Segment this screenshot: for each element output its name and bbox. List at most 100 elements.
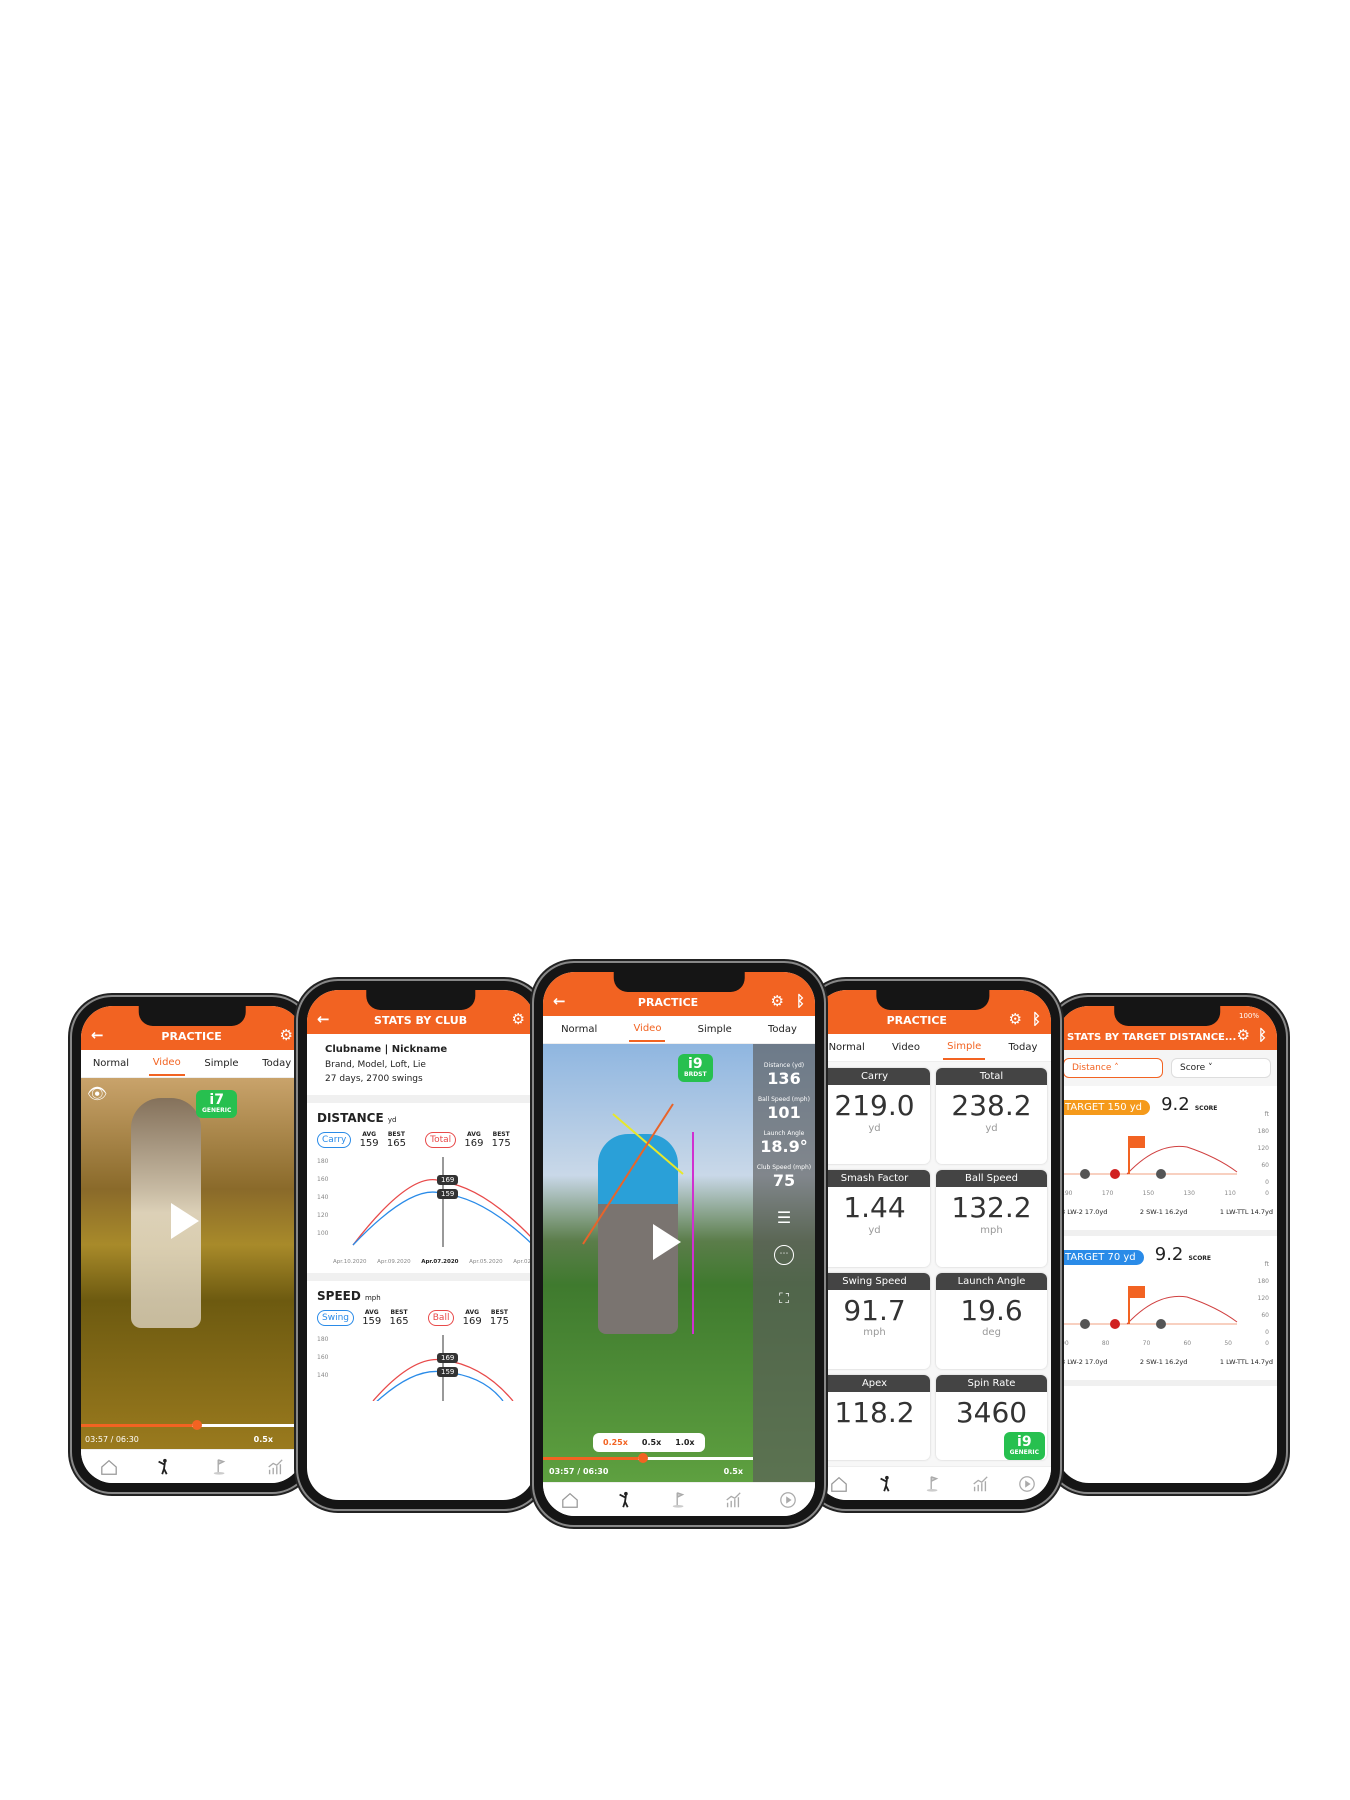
score-dropdown[interactable]: Score ˅	[1171, 1058, 1271, 1078]
metric-card[interactable]: Carry 219.0 yd	[819, 1068, 930, 1165]
tab-today[interactable]: Today	[258, 1052, 295, 1075]
bottom-nav	[815, 1466, 1051, 1500]
ball-toggle[interactable]: Ball	[427, 1309, 455, 1326]
badge-club: i7	[209, 1092, 224, 1108]
tab-video[interactable]: Video	[148, 1051, 185, 1076]
golfer-icon[interactable]	[877, 1475, 895, 1493]
metric-card[interactable]: Launch Angle 19.6 deg	[936, 1272, 1047, 1369]
x-tick: 60	[1183, 1340, 1192, 1347]
header-title: STATS BY TARGET DISTANCE...	[1067, 1032, 1237, 1043]
back-arrow-icon[interactable]: ←	[317, 1012, 330, 1027]
tab-today[interactable]: Today	[1004, 1036, 1041, 1059]
golfer-icon[interactable]	[616, 1491, 634, 1509]
play-circle-icon[interactable]	[779, 1491, 797, 1509]
metric-value: 136	[767, 1069, 801, 1088]
bluetooth-icon[interactable]: ᛒ	[1258, 1028, 1267, 1043]
metric-card-label: Total	[936, 1068, 1047, 1085]
score-dropdown-label: Score	[1180, 1063, 1206, 1073]
header-title: PRACTICE	[637, 996, 699, 1009]
swing-toggle[interactable]: Swing	[317, 1309, 354, 1326]
flag-marker	[1129, 1136, 1145, 1148]
eye-icon[interactable]: 👁	[87, 1084, 107, 1103]
golfer-icon[interactable]	[155, 1458, 173, 1476]
stats-icon[interactable]	[724, 1491, 742, 1509]
metric-card[interactable]: Ball Speed 132.2 mph	[936, 1170, 1047, 1267]
metric-label: Club Speed (mph)	[756, 1164, 812, 1171]
carry-toggle[interactable]: Carry	[317, 1131, 352, 1148]
tab-normal[interactable]: Normal	[557, 1018, 601, 1041]
home-icon[interactable]	[830, 1475, 848, 1493]
gear-icon[interactable]: ⚙	[771, 994, 784, 1009]
flag-icon[interactable]	[211, 1458, 229, 1476]
metric-card-value: 219.0	[834, 1089, 915, 1122]
tab-normal[interactable]: Normal	[89, 1052, 133, 1075]
swing-best: 165	[389, 1315, 409, 1327]
metric-card[interactable]: Smash Factor 1.44 yd	[819, 1170, 930, 1267]
tab-simple[interactable]: Simple	[694, 1018, 736, 1041]
swing-video[interactable]: i9 BRDST Distance (yd) 136 Ball Speed (mph…	[543, 1044, 815, 1482]
x-tick: 80	[1101, 1340, 1110, 1347]
bluetooth-icon[interactable]: ᛒ	[1032, 1012, 1041, 1027]
target-label: TARGET 150 yd	[1057, 1100, 1151, 1115]
x-tick: 50	[1224, 1340, 1232, 1347]
total-toggle[interactable]: Total	[425, 1131, 457, 1148]
home-icon[interactable]	[100, 1458, 118, 1476]
back-arrow-icon[interactable]: ←	[553, 994, 566, 1009]
tab-normal[interactable]: Normal	[825, 1036, 869, 1059]
metric-card-unit: yd	[985, 1122, 998, 1134]
best-label: BEST	[390, 1308, 408, 1316]
shot-marker	[1080, 1169, 1090, 1179]
speed-readout[interactable]: 0.5x	[254, 1435, 273, 1444]
x-tick: 110	[1224, 1190, 1236, 1197]
swing-video[interactable]: 👁 i7 GENERIC 03:57 / 06:30 0.5x	[81, 1078, 303, 1449]
list-icon[interactable]: ☰	[753, 1208, 815, 1227]
play-icon[interactable]	[171, 1203, 199, 1239]
progress-bar[interactable]	[81, 1420, 303, 1430]
club-specs: Brand, Model, Loft, Lie	[325, 1060, 426, 1070]
speed-chart[interactable]: 180 160 140 169 159	[317, 1331, 525, 1401]
best-label: BEST	[387, 1130, 405, 1138]
target-card[interactable]: TARGET 70 yd 9.2 SCORE ft 180 120 60 0 90 80 7…	[1057, 1236, 1277, 1386]
phone-stats-by-club: ← STATS BY CLUB ⚙ Clubname | Nickname Br…	[298, 981, 544, 1509]
distance-dropdown[interactable]: Distance ˄	[1063, 1058, 1163, 1078]
bluetooth-icon[interactable]: ᛒ	[796, 994, 805, 1009]
metric-card[interactable]: Total 238.2 yd	[936, 1068, 1047, 1165]
metric-card-value: 3460	[955, 1395, 1028, 1429]
metric-card[interactable]: Apex 118.2	[819, 1374, 930, 1460]
fullscreen-icon[interactable]: ⛶	[753, 1291, 815, 1307]
tab-simple[interactable]: Simple	[200, 1052, 242, 1075]
y-tick: 120	[1257, 1295, 1269, 1302]
more-options-icon[interactable]: ⋯	[774, 1245, 794, 1265]
tab-today[interactable]: Today	[764, 1018, 801, 1041]
club-badge: i7 GENERIC	[196, 1090, 238, 1118]
stats-icon[interactable]	[266, 1458, 284, 1476]
gear-icon[interactable]: ⚙	[280, 1028, 293, 1043]
marker-total: 169	[437, 1174, 459, 1185]
play-circle-icon[interactable]	[1018, 1475, 1036, 1493]
tab-video[interactable]: Video	[629, 1017, 666, 1042]
gear-icon[interactable]: ⚙	[1009, 1012, 1022, 1027]
back-arrow-icon[interactable]: ←	[91, 1028, 104, 1043]
metric-card-value: 238.2	[951, 1089, 1032, 1122]
gear-icon[interactable]: ⚙	[1237, 1028, 1250, 1043]
play-icon[interactable]	[653, 1224, 681, 1260]
speed-readout[interactable]: 0.5x	[724, 1467, 743, 1476]
target-card[interactable]: TARGET 150 yd 9.2 SCORE ft 180 120 60 0 190 1…	[1057, 1086, 1277, 1236]
club-info[interactable]: Clubname | Nickname Brand, Model, Loft, …	[307, 1034, 535, 1095]
speed-option[interactable]: 0.5x	[642, 1438, 661, 1447]
x-tick: Apr.05.2020	[469, 1258, 503, 1265]
stats-icon[interactable]	[971, 1475, 989, 1493]
metric-cards: Carry 219.0 yd Total 238.2 yd Smash Fact…	[815, 1062, 1051, 1466]
flag-icon[interactable]	[670, 1491, 688, 1509]
progress-bar[interactable]	[543, 1453, 753, 1463]
metric-card[interactable]: Swing Speed 91.7 mph	[819, 1272, 930, 1369]
tab-video[interactable]: Video	[888, 1036, 924, 1059]
speed-option[interactable]: 1.0x	[675, 1438, 694, 1447]
flag-icon[interactable]	[924, 1475, 942, 1493]
tab-simple[interactable]: Simple	[943, 1035, 986, 1060]
gear-icon[interactable]: ⚙	[512, 1012, 525, 1027]
metric-card-label: Apex	[819, 1374, 930, 1392]
speed-option[interactable]: 0.25x	[603, 1438, 628, 1447]
distance-chart[interactable]: 180 160 140 120 100 169 159 Apr.10.2020 Apr.0…	[317, 1153, 533, 1265]
home-icon[interactable]	[561, 1491, 579, 1509]
